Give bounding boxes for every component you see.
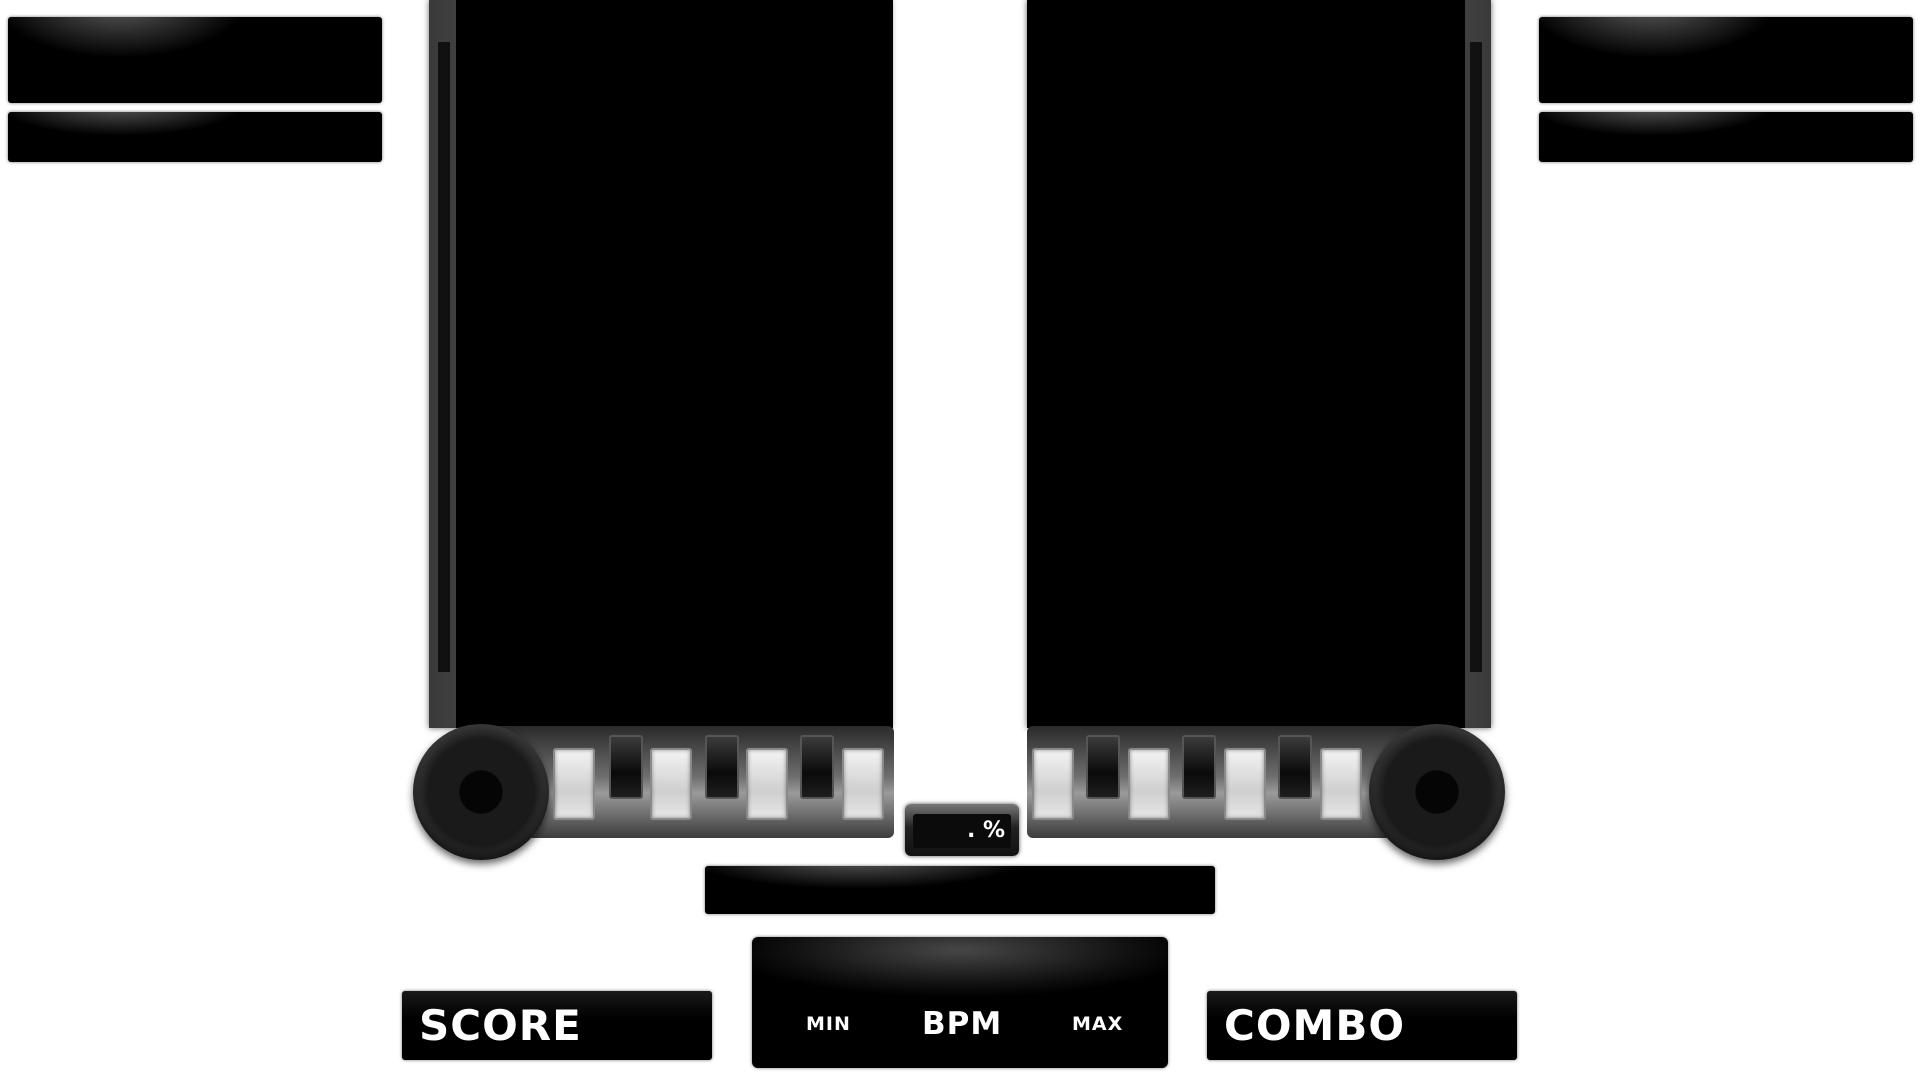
p2-turntable[interactable] bbox=[1369, 724, 1505, 860]
p1-info-panel-bottom bbox=[8, 112, 382, 162]
p1-key-1[interactable] bbox=[553, 748, 595, 820]
p2-info-panel-bottom bbox=[1539, 112, 1913, 162]
p2-key-5[interactable] bbox=[1224, 748, 1266, 820]
bpm-panel: MIN BPM MAX bbox=[752, 937, 1168, 1068]
combo-label: COMBO bbox=[1224, 1001, 1406, 1050]
p2-note-lane bbox=[1027, 0, 1465, 728]
p2-key-7[interactable] bbox=[1320, 748, 1362, 820]
score-label: SCORE bbox=[419, 1001, 582, 1050]
p1-info-panel-top bbox=[8, 17, 382, 103]
p1-key-7[interactable] bbox=[842, 748, 884, 820]
p1-note-lane bbox=[456, 0, 893, 728]
p2-key-1[interactable] bbox=[1032, 748, 1074, 820]
p2-key-2[interactable] bbox=[1086, 735, 1120, 799]
p1-key-6[interactable] bbox=[800, 735, 834, 799]
score-panel: SCORE bbox=[402, 991, 712, 1060]
p1-key-3[interactable] bbox=[650, 748, 692, 820]
combo-panel: COMBO bbox=[1207, 991, 1517, 1060]
p1-groove-gauge bbox=[438, 42, 450, 672]
p1-turntable[interactable] bbox=[413, 724, 549, 860]
p1-key-5[interactable] bbox=[746, 748, 788, 820]
p2-key-4[interactable] bbox=[1182, 735, 1216, 799]
p2-info-panel-top bbox=[1539, 17, 1913, 103]
bpm-min-label: MIN bbox=[806, 1013, 851, 1035]
gauge-percent-box: . % bbox=[905, 804, 1019, 856]
gauge-percent-text: . % bbox=[913, 814, 1011, 848]
p2-key-6[interactable] bbox=[1278, 735, 1312, 799]
p1-key-4[interactable] bbox=[705, 735, 739, 799]
bpm-max-label: MAX bbox=[1072, 1013, 1124, 1035]
p2-key-3[interactable] bbox=[1128, 748, 1170, 820]
p2-groove-gauge bbox=[1470, 42, 1482, 672]
song-progress-bar bbox=[705, 866, 1215, 914]
p1-key-2[interactable] bbox=[609, 735, 643, 799]
bpm-label: BPM bbox=[922, 1006, 1003, 1042]
